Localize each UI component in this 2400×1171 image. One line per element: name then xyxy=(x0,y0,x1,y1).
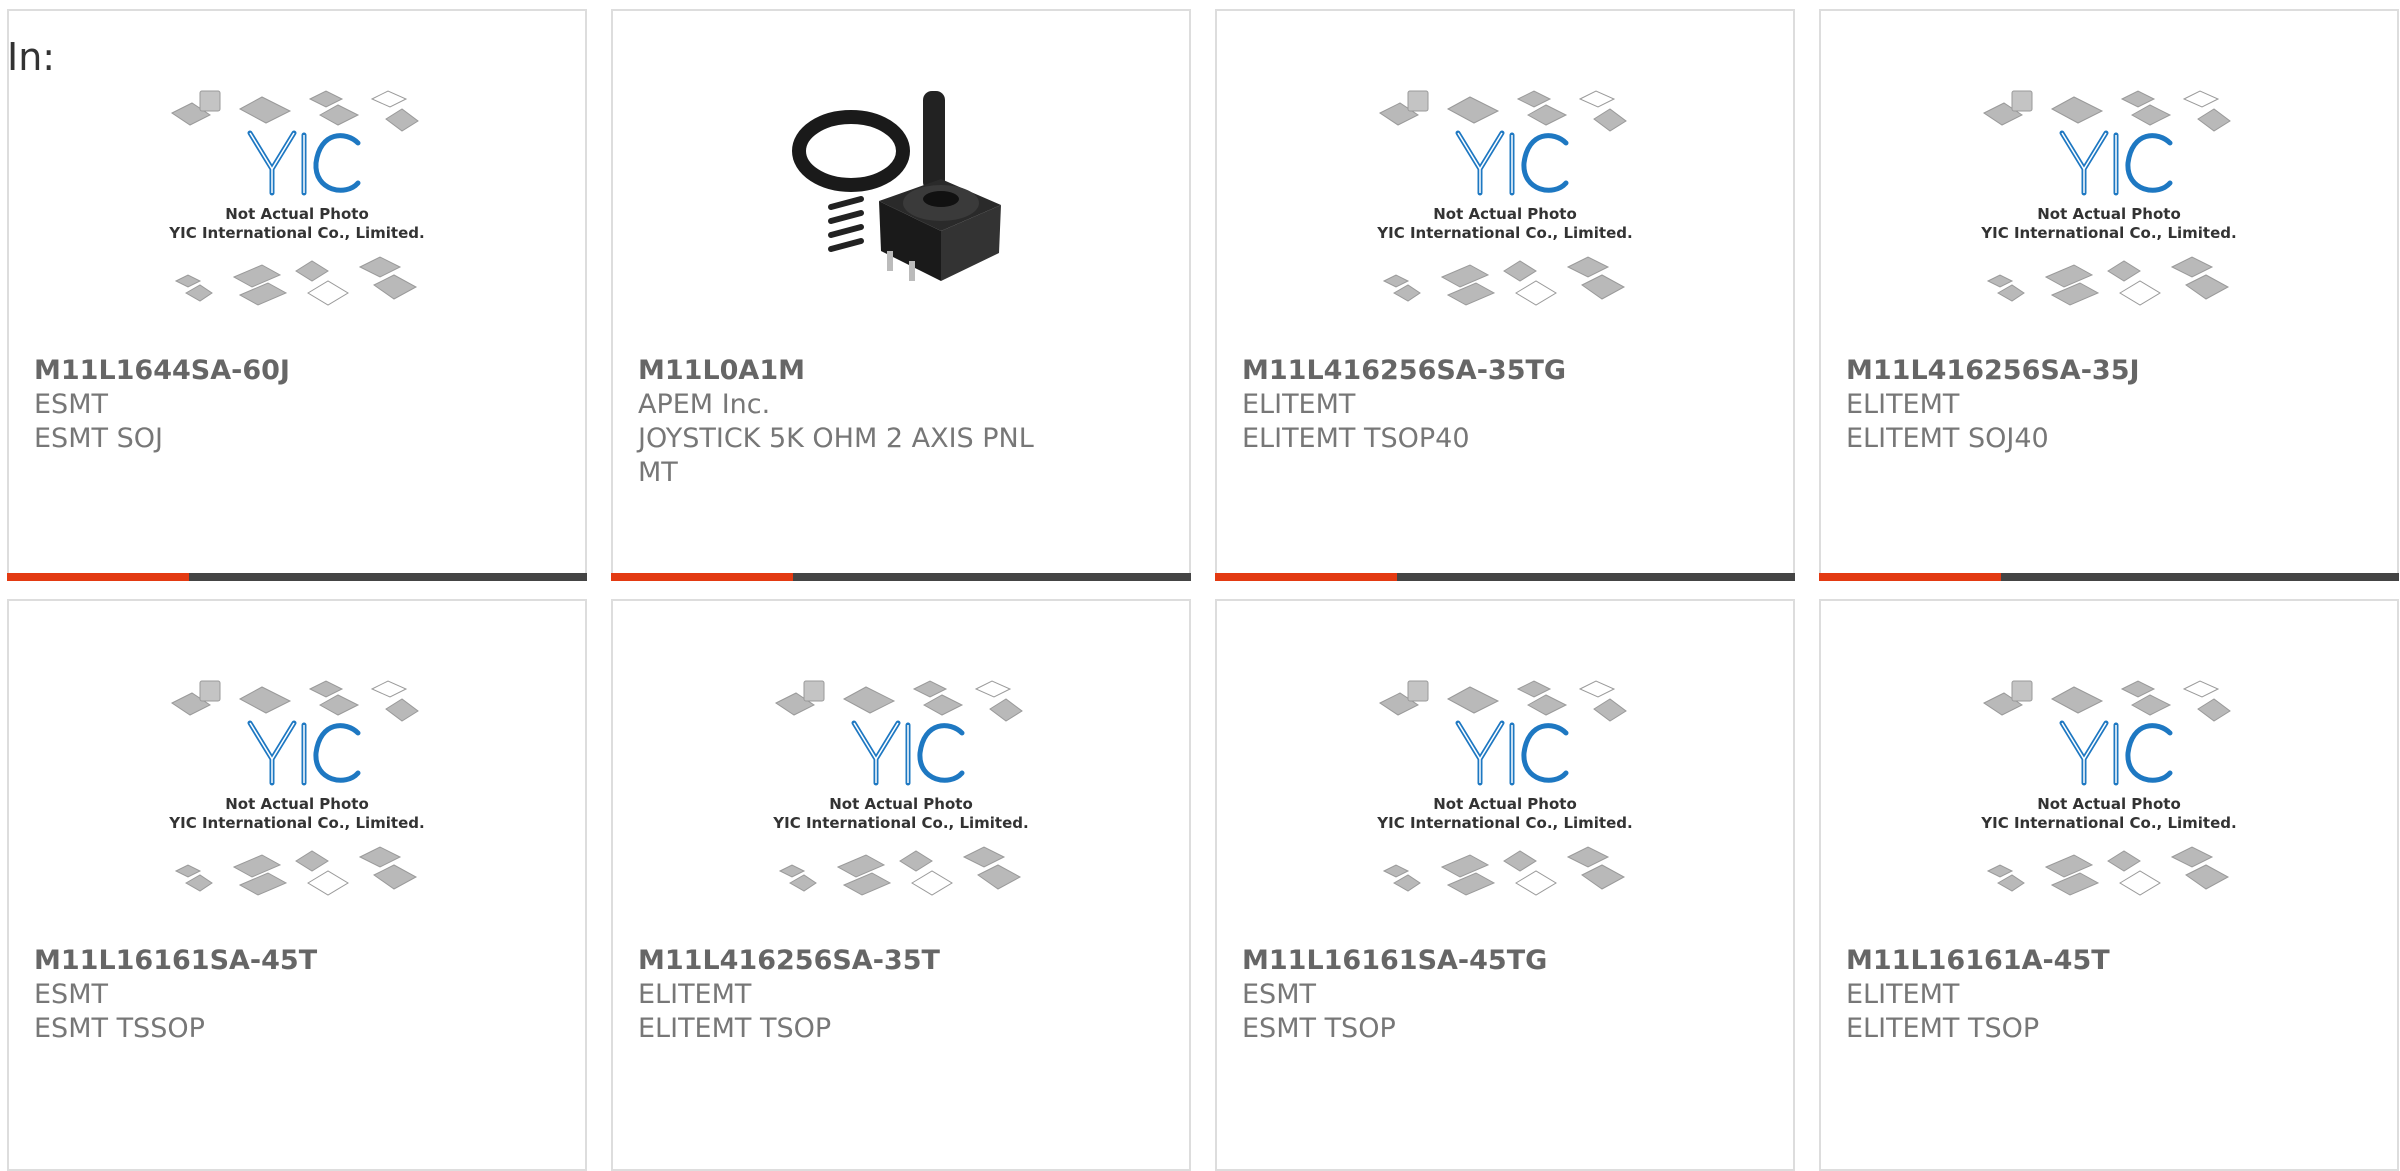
placeholder-image: Not Actual Photo YIC International Co., … xyxy=(1980,90,2237,306)
manufacturer: ELITEMT xyxy=(1846,389,1960,420)
description: ESMT TSSOP xyxy=(34,1013,205,1044)
placeholder-caption-2: YIC International Co., Limited. xyxy=(1376,224,1632,242)
part-number[interactable]: M11L16161A-45T xyxy=(1846,944,2277,978)
product-info: M11L16161SA-45TG ESMT ESMT TSOP xyxy=(1242,944,1673,1046)
description: ELITEMT TSOP xyxy=(1846,1013,2040,1044)
product-image[interactable]: Not Actual Photo YIC International Co., … xyxy=(9,661,585,941)
placeholder-image: Not Actual Photo YIC International Co., … xyxy=(168,680,425,896)
product-info: M11L16161SA-45T ESMT ESMT TSSOP xyxy=(34,944,465,1046)
manufacturer: ELITEMT xyxy=(1846,979,1960,1010)
placeholder-caption-1: Not Actual Photo xyxy=(225,205,369,223)
product-card[interactable]: Not Actual Photo YIC International Co., … xyxy=(1215,9,1795,581)
placeholder-caption-2: YIC International Co., Limited. xyxy=(1980,224,2236,242)
product-info: M11L0A1M APEM Inc. JOYSTICK 5K OHM 2 AXIS … xyxy=(638,354,1069,490)
product-image[interactable]: Not Actual Photo YIC International Co., … xyxy=(1821,661,2397,941)
description: ELITEMT TSOP40 xyxy=(1242,423,1470,454)
product-image[interactable]: Not Actual Photo YIC International Co., … xyxy=(1217,71,1793,351)
placeholder-caption-2: YIC International Co., Limited. xyxy=(772,814,1028,832)
placeholder-caption-2: YIC International Co., Limited. xyxy=(168,814,424,832)
placeholder-caption-2: YIC International Co., Limited. xyxy=(1376,814,1632,832)
placeholder-image: Not Actual Photo YIC International Co., … xyxy=(168,90,425,306)
part-number[interactable]: M11L416256SA-35J xyxy=(1846,354,2277,388)
card-bottom-bar xyxy=(1215,573,1795,581)
manufacturer: ELITEMT xyxy=(1242,389,1356,420)
product-card[interactable]: Not Actual Photo YIC International Co., … xyxy=(611,599,1191,1171)
part-number[interactable]: M11L416256SA-35T xyxy=(638,944,1069,978)
product-info: M11L416256SA-35TG ELITEMT ELITEMT TSOP40 xyxy=(1242,354,1673,456)
manufacturer: ESMT xyxy=(1242,979,1316,1010)
card-bar-accent xyxy=(1215,573,1397,581)
card-bottom-bar xyxy=(611,573,1191,581)
product-image[interactable]: Not Actual Photo YIC International Co., … xyxy=(1217,661,1793,941)
placeholder-caption-1: Not Actual Photo xyxy=(225,795,369,813)
placeholder-caption-1: Not Actual Photo xyxy=(2037,795,2181,813)
part-number[interactable]: M11L1644SA-60J xyxy=(34,354,465,388)
product-card[interactable]: Not Actual Photo YIC International Co., … xyxy=(7,599,587,1171)
card-bottom-bar xyxy=(7,573,587,581)
part-number[interactable]: M11L16161SA-45T xyxy=(34,944,465,978)
description: JOYSTICK 5K OHM 2 AXIS PNL MT xyxy=(638,423,1034,488)
product-image[interactable]: Not Actual Photo YIC International Co., … xyxy=(9,71,585,351)
placeholder-caption-1: Not Actual Photo xyxy=(2037,205,2181,223)
description: ELITEMT SOJ40 xyxy=(1846,423,2049,454)
part-number[interactable]: M11L0A1M xyxy=(638,354,1069,388)
placeholder-caption-1: Not Actual Photo xyxy=(1433,205,1577,223)
placeholder-caption-2: YIC International Co., Limited. xyxy=(168,224,424,242)
product-info: M11L1644SA-60J ESMT ESMT SOJ xyxy=(34,354,465,456)
placeholder-image: Not Actual Photo YIC International Co., … xyxy=(772,680,1029,896)
manufacturer: APEM Inc. xyxy=(638,389,771,420)
part-number[interactable]: M11L16161SA-45TG xyxy=(1242,944,1673,978)
description: ESMT SOJ xyxy=(34,423,163,454)
manufacturer: ESMT xyxy=(34,979,108,1010)
product-card[interactable]: Not Actual Photo YIC International Co., … xyxy=(1215,599,1795,1171)
product-image[interactable] xyxy=(613,81,1189,361)
card-bar-accent xyxy=(611,573,793,581)
manufacturer: ELITEMT xyxy=(638,979,752,1010)
product-image[interactable]: Not Actual Photo YIC International Co., … xyxy=(1821,71,2397,351)
placeholder-caption-1: Not Actual Photo xyxy=(829,795,973,813)
description: ELITEMT TSOP xyxy=(638,1013,832,1044)
placeholder-caption-1: Not Actual Photo xyxy=(1433,795,1577,813)
placeholder-image: Not Actual Photo YIC International Co., … xyxy=(1376,90,1633,306)
product-info: M11L416256SA-35T ELITEMT ELITEMT TSOP xyxy=(638,944,1069,1046)
description: ESMT TSOP xyxy=(1242,1013,1396,1044)
product-info: M11L416256SA-35J ELITEMT ELITEMT SOJ40 xyxy=(1846,354,2277,456)
product-card[interactable]: Not Actual Photo YIC International Co., … xyxy=(7,9,587,581)
part-number[interactable]: M11L416256SA-35TG xyxy=(1242,354,1673,388)
product-card[interactable]: M11L0A1M APEM Inc. JOYSTICK 5K OHM 2 AXIS … xyxy=(611,9,1191,581)
product-card[interactable]: Not Actual Photo YIC International Co., … xyxy=(1819,9,2399,581)
in-label: In: xyxy=(7,35,56,79)
manufacturer: ESMT xyxy=(34,389,108,420)
product-grid: Not Actual Photo YIC International Co., … xyxy=(7,9,2399,1171)
joystick-photo xyxy=(792,91,1001,281)
product-card[interactable]: Not Actual Photo YIC International Co., … xyxy=(1819,599,2399,1171)
placeholder-image: Not Actual Photo YIC International Co., … xyxy=(1980,680,2237,896)
product-image[interactable]: Not Actual Photo YIC International Co., … xyxy=(613,661,1189,941)
card-bottom-bar xyxy=(1819,573,2399,581)
product-info: M11L16161A-45T ELITEMT ELITEMT TSOP xyxy=(1846,944,2277,1046)
card-bar-accent xyxy=(1819,573,2001,581)
placeholder-caption-2: YIC International Co., Limited. xyxy=(1980,814,2236,832)
placeholder-image: Not Actual Photo YIC International Co., … xyxy=(1376,680,1633,896)
card-bar-accent xyxy=(7,573,189,581)
